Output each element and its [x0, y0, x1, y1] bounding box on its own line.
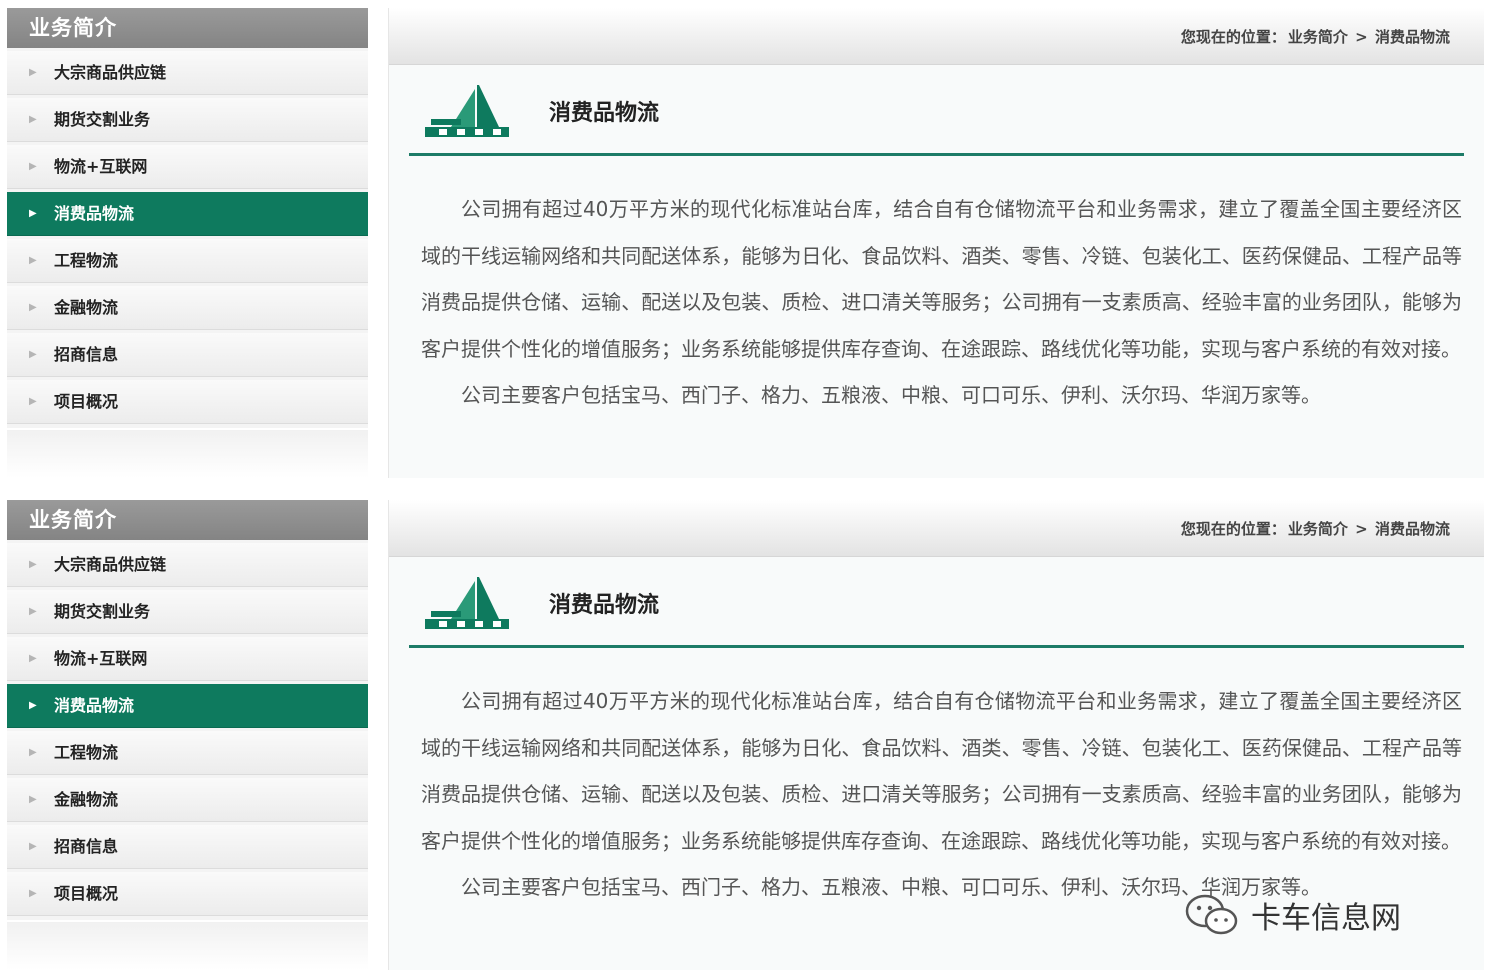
- page-panel: 业务简介 ▶ 大宗商品供应链 ▶ 期货交割业务 ▶ 物流+互联网 ▶ 消费品物流 ▶ 工程…: [0, 0, 1488, 480]
- sidebar-item-project-overview[interactable]: ▶ 项目概况: [7, 380, 368, 424]
- breadcrumb-current: 消费品物流: [1374, 28, 1450, 46]
- bullet-icon: ▶: [29, 255, 37, 266]
- wechat-icon: [1185, 894, 1238, 935]
- watermark-text: 卡车信息网: [1251, 901, 1401, 936]
- sidebar-shadow: [7, 430, 368, 478]
- breadcrumb-parent[interactable]: 业务简介: [1288, 28, 1348, 46]
- sidebar-item-financial-logistics[interactable]: ▶ 金融物流: [7, 286, 368, 330]
- breadcrumb: 您现在的位置： 业务简介 > 消费品物流: [1179, 8, 1450, 66]
- sidebar-item-label: 物流+互联网: [54, 649, 148, 668]
- bullet-icon: ▶: [29, 747, 37, 758]
- sidebar: 业务简介 ▶ 大宗商品供应链 ▶ 期货交割业务 ▶ 物流+互联网 ▶ 消费品物流 ▶ 工程…: [7, 8, 368, 428]
- breadcrumb-prefix: 您现在的位置：: [1180, 28, 1286, 46]
- company-logo-icon: [425, 577, 509, 629]
- article-paragraph: 公司拥有超过40万平方米的现代化标准站台库，结合自有仓储物流平台和业务需求，建立…: [421, 689, 1462, 853]
- sidebar-item-label: 消费品物流: [54, 696, 135, 715]
- bullet-icon: ▶: [29, 302, 37, 313]
- company-logo-icon: [425, 85, 509, 137]
- sidebar-shadow: [7, 922, 368, 970]
- sidebar-item-bulk-supply-chain[interactable]: ▶ 大宗商品供应链: [7, 543, 368, 587]
- sidebar-item-logistics-internet[interactable]: ▶ 物流+互联网: [7, 637, 368, 681]
- sidebar-item-label: 工程物流: [54, 251, 119, 270]
- sidebar-item-consumer-logistics[interactable]: ▶ 消费品物流: [7, 684, 368, 728]
- article-body: 公司拥有超过40万平方米的现代化标准站台库，结合自有仓储物流平台和业务需求，建立…: [389, 156, 1484, 419]
- bullet-icon: ▶: [29, 888, 37, 899]
- sidebar: 业务简介 ▶ 大宗商品供应链 ▶ 期货交割业务 ▶ 物流+互联网 ▶ 消费品物流 ▶ 工程…: [7, 500, 368, 920]
- sidebar-item-label: 招商信息: [54, 837, 119, 856]
- bullet-icon: ▶: [29, 67, 37, 78]
- sidebar-item-label: 消费品物流: [54, 204, 135, 223]
- sidebar-title: 业务简介: [7, 8, 368, 48]
- bullet-icon: ▶: [29, 161, 37, 172]
- page-title: 消费品物流: [549, 101, 660, 126]
- breadcrumb-parent[interactable]: 业务简介: [1288, 520, 1348, 538]
- bullet-icon: ▶: [29, 349, 37, 360]
- article-body: 公司拥有超过40万平方米的现代化标准站台库，结合自有仓储物流平台和业务需求，建立…: [389, 648, 1484, 911]
- title-row: 消费品物流: [409, 557, 1464, 648]
- sidebar-item-label: 工程物流: [54, 743, 119, 762]
- bullet-icon: ▶: [29, 396, 37, 407]
- sidebar-item-investment-info[interactable]: ▶ 招商信息: [7, 333, 368, 377]
- sidebar-item-investment-info[interactable]: ▶ 招商信息: [7, 825, 368, 869]
- sidebar-title: 业务简介: [7, 500, 368, 540]
- sidebar-item-label: 招商信息: [54, 345, 119, 364]
- content-header: 您现在的位置： 业务简介 > 消费品物流: [389, 8, 1484, 65]
- content-header: 您现在的位置： 业务简介 > 消费品物流: [389, 500, 1484, 557]
- bullet-icon: ▶: [29, 208, 37, 219]
- sidebar-item-engineering-logistics[interactable]: ▶ 工程物流: [7, 731, 368, 775]
- bullet-icon: ▶: [29, 559, 37, 570]
- page-title: 消费品物流: [549, 593, 660, 618]
- bullet-icon: ▶: [29, 841, 37, 852]
- breadcrumb-separator: >: [1355, 520, 1368, 538]
- bullet-icon: ▶: [29, 606, 37, 617]
- sidebar-item-engineering-logistics[interactable]: ▶ 工程物流: [7, 239, 368, 283]
- sidebar-item-financial-logistics[interactable]: ▶ 金融物流: [7, 778, 368, 822]
- bullet-icon: ▶: [29, 700, 37, 711]
- title-row: 消费品物流: [409, 65, 1464, 156]
- bullet-icon: ▶: [29, 794, 37, 805]
- sidebar-item-label: 金融物流: [54, 298, 119, 317]
- sidebar-item-label: 项目概况: [54, 884, 119, 903]
- sidebar-item-label: 大宗商品供应链: [54, 555, 167, 574]
- sidebar-item-consumer-logistics[interactable]: ▶ 消费品物流: [7, 192, 368, 236]
- sidebar-item-label: 期货交割业务: [54, 602, 151, 621]
- bullet-icon: ▶: [29, 114, 37, 125]
- breadcrumb-separator: >: [1355, 28, 1368, 46]
- sidebar-item-futures-delivery[interactable]: ▶ 期货交割业务: [7, 98, 368, 142]
- sidebar-item-logistics-internet[interactable]: ▶ 物流+互联网: [7, 145, 368, 189]
- article-paragraph: 公司主要客户包括宝马、西门子、格力、五粮液、中粮、可口可乐、伊利、沃尔玛、华润万…: [461, 383, 1321, 407]
- sidebar-item-label: 物流+互联网: [54, 157, 148, 176]
- breadcrumb: 您现在的位置： 业务简介 > 消费品物流: [1179, 500, 1450, 558]
- sidebar-item-bulk-supply-chain[interactable]: ▶ 大宗商品供应链: [7, 51, 368, 95]
- article-paragraph: 公司拥有超过40万平方米的现代化标准站台库，结合自有仓储物流平台和业务需求，建立…: [421, 197, 1462, 361]
- content-area: 您现在的位置： 业务简介 > 消费品物流 消费品物流 公司拥有超过40万平方米的现…: [388, 8, 1484, 478]
- sidebar-item-futures-delivery[interactable]: ▶ 期货交割业务: [7, 590, 368, 634]
- sidebar-item-label: 大宗商品供应链: [54, 63, 167, 82]
- watermark: 卡车信息网: [1185, 890, 1401, 940]
- sidebar-item-label: 金融物流: [54, 790, 119, 809]
- breadcrumb-current: 消费品物流: [1374, 520, 1450, 538]
- bullet-icon: ▶: [29, 653, 37, 664]
- sidebar-item-project-overview[interactable]: ▶ 项目概况: [7, 872, 368, 916]
- breadcrumb-prefix: 您现在的位置：: [1180, 520, 1286, 538]
- sidebar-item-label: 项目概况: [54, 392, 119, 411]
- sidebar-item-label: 期货交割业务: [54, 110, 151, 129]
